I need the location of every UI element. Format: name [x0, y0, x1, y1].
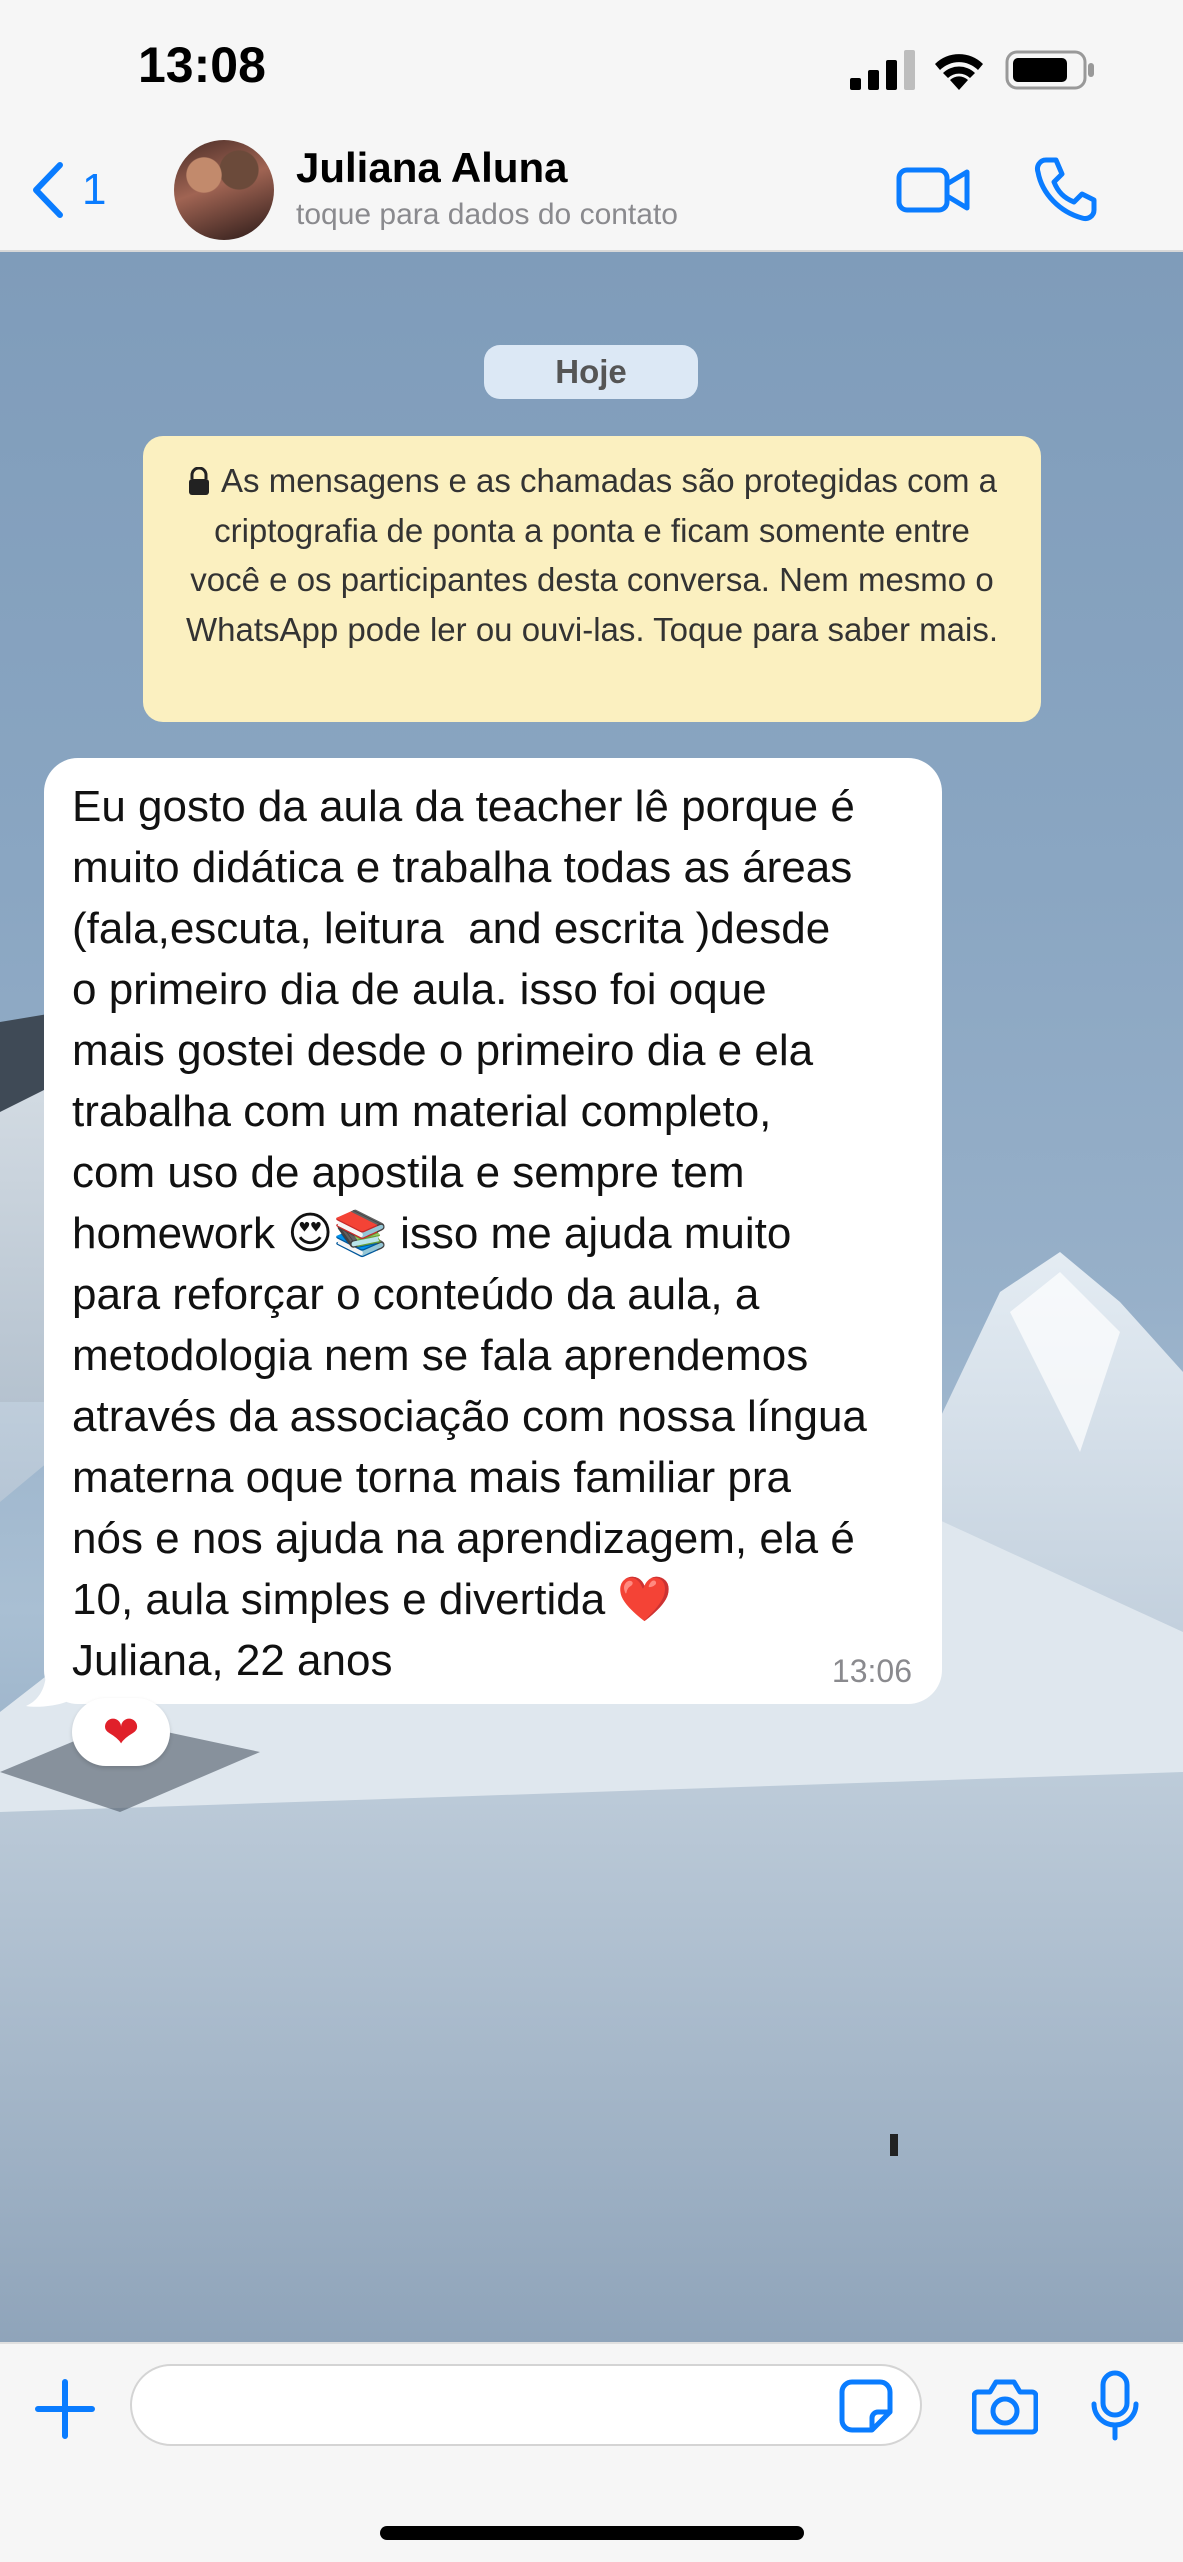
battery-icon: [1005, 50, 1094, 90]
incoming-message-bubble[interactable]: Eu gosto da aula da teacher lê porque é …: [44, 758, 942, 1704]
bubble-tail: [26, 1672, 66, 1707]
status-bar: 13:08: [0, 0, 1183, 130]
back-button[interactable]: 1: [30, 160, 106, 220]
sticker-icon[interactable]: [838, 2378, 894, 2434]
heart-reaction[interactable]: ❤: [72, 1698, 170, 1766]
chevron-left-icon: [33, 162, 63, 218]
unread-count: 1: [82, 165, 107, 214]
encryption-notice-text: As mensagens e as chamadas são protegida…: [185, 462, 998, 648]
video-camera-icon[interactable]: [896, 160, 970, 220]
message-input-bar: [0, 2342, 1183, 2562]
message-timestamp: 13:06: [831, 1653, 912, 1689]
lock-icon: [189, 467, 210, 495]
chat-header: 1 Juliana Aluna toque para dados do cont…: [0, 130, 1183, 252]
wifi-icon: [935, 54, 983, 90]
status-time: 13:08: [138, 37, 266, 93]
phone-icon[interactable]: [1034, 156, 1098, 222]
microphone-icon[interactable]: [1090, 2370, 1140, 2442]
encryption-notice[interactable]: As mensagens e as chamadas são protegida…: [143, 436, 1041, 722]
avatar[interactable]: [174, 140, 274, 240]
cellular-signal-icon: [850, 50, 915, 90]
chat-background: Hoje As mensagens e as chamadas são prot…: [0, 252, 1183, 2342]
home-indicator[interactable]: [380, 2526, 804, 2540]
contact-subtitle[interactable]: toque para dados do contato: [296, 198, 678, 232]
camera-icon[interactable]: [972, 2376, 1038, 2436]
plus-icon[interactable]: [34, 2378, 96, 2440]
message-text: Eu gosto da aula da teacher lê porque é …: [72, 782, 867, 1685]
date-separator: Hoje: [484, 345, 698, 399]
message-input[interactable]: [130, 2364, 922, 2446]
contact-name[interactable]: Juliana Aluna: [296, 144, 568, 192]
